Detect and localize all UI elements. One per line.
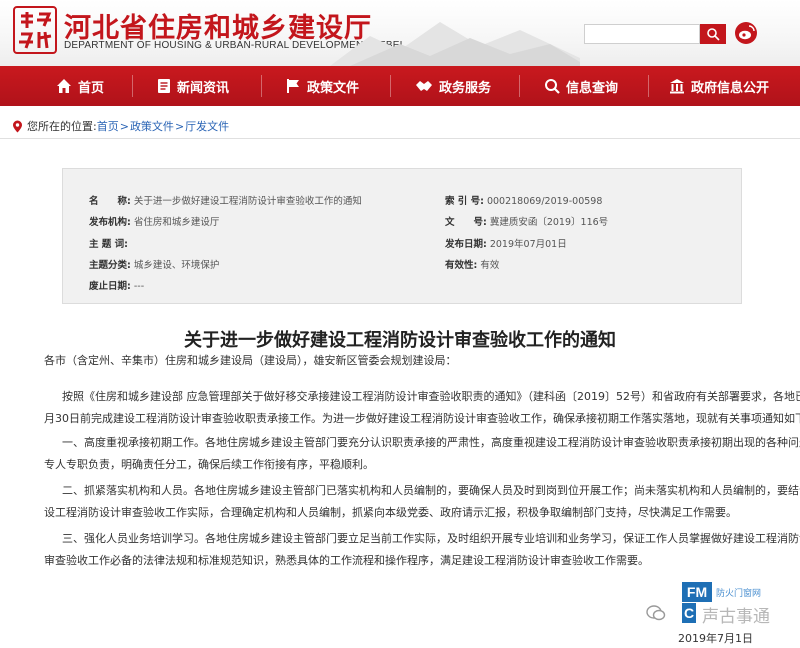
meta-doc-number: 文 号: 冀建质安函〔2019〕116号	[445, 214, 608, 228]
flag-icon	[287, 79, 299, 93]
meta-value: 省住房和城乡建设厅	[133, 217, 220, 228]
nav-item-label: 政府信息公开	[691, 80, 770, 96]
home-icon	[57, 79, 71, 93]
meta-key: 名 称:	[89, 196, 131, 207]
nav-item-label: 信息查询	[566, 80, 619, 96]
meta-topic: 主 题 词:	[89, 236, 128, 250]
paragraph-line: 二、抓紧落实机构和人员。各地住房城乡建设主管部门已落实机构和人员编制的，要确保人…	[62, 484, 800, 497]
nav-item-label: 政策文件	[307, 80, 360, 96]
meta-key: 文 号:	[445, 217, 487, 228]
nav-item-gov-info[interactable]: 政府信息公开	[649, 66, 799, 106]
meta-value: 000218069/2019-00598	[486, 196, 603, 207]
watermark-logo-top: FM	[682, 582, 712, 602]
breadcrumb-divider	[0, 138, 800, 139]
watermark-logo-bottom: C	[682, 603, 696, 623]
paragraph-line: 审查验收工作必备的法律法规和标准规范知识，熟悉具体的工作流程和操作程序，满足建设…	[44, 554, 649, 567]
meta-key: 主题分类:	[89, 260, 131, 271]
meta-key: 索 引 号:	[445, 196, 484, 207]
nav-item-policy[interactable]: 政策文件	[262, 66, 390, 106]
mountain-decoration	[330, 22, 580, 66]
watermark: FM C 防火门窗网 声古事通	[638, 582, 798, 628]
meta-value: ---	[133, 281, 145, 292]
meta-value: 有效	[480, 260, 500, 271]
breadcrumb-separator: >	[119, 119, 129, 133]
sign-date: 2019年7月1日	[678, 632, 753, 645]
weibo-icon[interactable]	[734, 21, 758, 45]
meta-key: 主 题 词:	[89, 239, 128, 250]
meta-key: 有效性:	[445, 260, 478, 271]
nav-item-label: 政务服务	[439, 80, 492, 96]
paragraph-line: 专人专职负责，明确责任分工，确保后续工作衔接有序，平稳顺利。	[44, 458, 374, 471]
breadcrumb-dept-docs[interactable]: 厅发文件	[185, 118, 229, 134]
location-pin-icon	[13, 120, 22, 132]
nav-item-query[interactable]: 信息查询	[520, 66, 648, 106]
paragraph-line: 月30日前完成建设工程消防设计审查验收职责承接工作。为进一步做好建设工程消防设计…	[44, 412, 800, 425]
document-icon	[158, 79, 170, 93]
meta-validity: 有效性: 有效	[445, 257, 499, 271]
nav-item-services[interactable]: 政务服务	[391, 66, 519, 106]
paragraph-line: 三、强化人员业务培训学习。各地住房城乡建设主管部门要立足当前工作实际，及时组织开…	[62, 532, 800, 545]
search-button[interactable]	[700, 24, 726, 44]
watermark-text: 声古事通	[702, 607, 770, 627]
document-title: 关于进一步做好建设工程消防设计审查验收工作的通知	[184, 330, 616, 351]
nav-item-news[interactable]: 新闻资讯	[133, 66, 261, 106]
meta-index: 索 引 号: 000218069/2019-00598	[445, 193, 602, 207]
meta-issuer: 发布机构: 省住房和城乡建设厅	[89, 214, 219, 228]
breadcrumb: 您所在的位置: 首页 > 政策文件 > 厅发文件	[12, 118, 229, 134]
meta-value: 关于进一步做好建设工程消防设计审查验收工作的通知	[133, 196, 362, 207]
document-metadata: 名 称: 关于进一步做好建设工程消防设计审查验收工作的通知 索 引 号: 000…	[62, 168, 742, 304]
meta-key: 发布日期:	[445, 239, 487, 250]
meta-key: 发布机构:	[89, 217, 131, 228]
paragraph-line: 按照《住房和城乡建设部 应急管理部关于做好移交承接建设工程消防设计审查验收职责的…	[62, 390, 800, 403]
breadcrumb-policy[interactable]: 政策文件	[130, 118, 174, 134]
meta-value: 冀建质安函〔2019〕116号	[489, 217, 609, 228]
search-icon	[545, 79, 560, 94]
breadcrumb-home[interactable]: 首页	[97, 118, 119, 134]
meta-publish-date: 发布日期: 2019年07月01日	[445, 236, 567, 250]
building-icon	[670, 79, 684, 94]
meta-key: 废止日期:	[89, 281, 131, 292]
salutation: 各市（含定州、辛集市）住房和城乡建设局（建设局），雄安新区管委会规划建设局：	[44, 354, 457, 367]
watermark-site: 防火门窗网	[716, 589, 762, 599]
breadcrumb-prefix: 您所在的位置:	[27, 120, 97, 133]
meta-value: 城乡建设、环境保护	[133, 260, 220, 271]
breadcrumb-separator: >	[174, 119, 185, 133]
nav-item-home[interactable]: 首页	[0, 66, 132, 106]
search-input[interactable]	[584, 24, 700, 44]
meta-category: 主题分类: 城乡建设、环境保护	[89, 257, 219, 271]
meta-abolish-date: 废止日期: ---	[89, 278, 144, 292]
handshake-icon	[416, 81, 432, 91]
paragraph-line: 一、高度重视承接初期工作。各地住房城乡建设主管部门要充分认识职责承接的严肃性，高…	[62, 436, 800, 449]
nav-item-label: 新闻资讯	[177, 80, 230, 96]
site-header: 河北省住房和城乡建设厅 DEPARTMENT OF HOUSING & URBA…	[0, 0, 800, 66]
meta-value: 2019年07月01日	[489, 239, 567, 250]
nav-item-label: 首页	[78, 80, 105, 96]
seal-logo	[13, 6, 57, 54]
search-icon	[707, 28, 720, 41]
meta-name: 名 称: 关于进一步做好建设工程消防设计审查验收工作的通知	[89, 193, 362, 207]
main-nav: 首页 新闻资讯 政策文件 政务服务 信息查询 政府信息公开	[0, 66, 800, 106]
wechat-icon	[646, 605, 666, 621]
paragraph-line: 设工程消防设计审查验收工作实际，合理确定机构和人员编制，抓紧向本级党委、政府请示…	[44, 506, 737, 519]
